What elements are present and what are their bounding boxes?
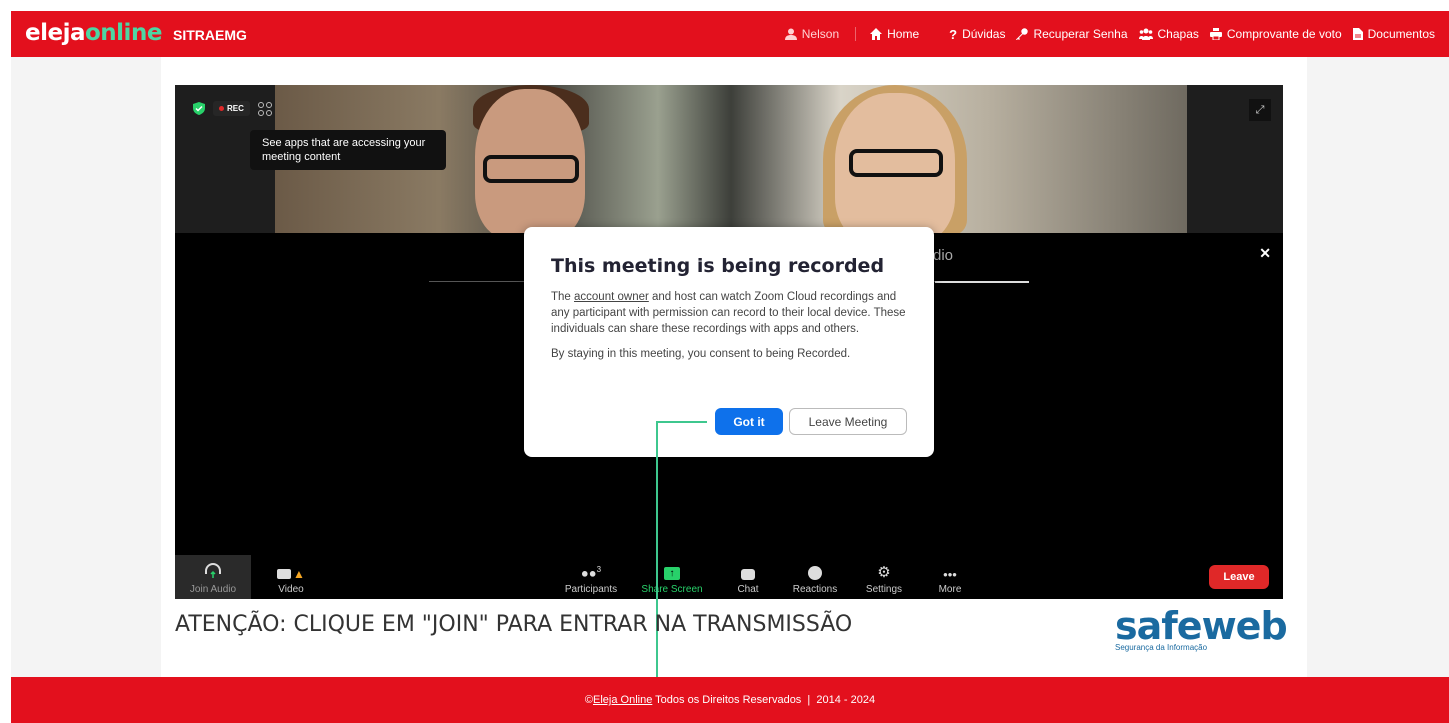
users-icon: [1138, 28, 1153, 40]
question-icon: ?: [949, 26, 958, 42]
safeweb-logo: safeweb Segurança da Informação: [1115, 604, 1288, 652]
logo-text-main: eleja: [25, 20, 86, 46]
nav-home-label: Home: [887, 27, 920, 41]
zoom-toolbar: Join Audio ▲ Video ●●3 Participants ↑ Sh…: [175, 555, 1283, 599]
nav-documentos[interactable]: Documentos: [1352, 27, 1435, 41]
elejaonline-logo[interactable]: elejaonline: [25, 20, 162, 46]
nav-home[interactable]: Home: [870, 27, 919, 41]
user-icon: [784, 28, 797, 40]
nav-duvidas-label: Dúvidas: [962, 27, 1006, 41]
page-frame: elejaonline SITRAEMG Nelson Home ? Dúvid…: [11, 11, 1449, 723]
nav-user-label: Nelson: [801, 27, 840, 41]
video-camera-warning-icon: ▲: [277, 568, 305, 580]
got-it-button[interactable]: Got it: [715, 408, 783, 435]
printer-icon: [1209, 28, 1222, 40]
reactions-button[interactable]: Reactions: [789, 555, 841, 599]
eleja-online-link[interactable]: Eleja Online: [593, 694, 652, 706]
shield-check-icon[interactable]: [193, 102, 205, 115]
document-icon: [1352, 28, 1363, 40]
organization-name: SITRAEMG: [173, 27, 247, 43]
leave-button[interactable]: Leave: [1209, 565, 1269, 589]
video-label: Video: [278, 584, 304, 595]
leave-meeting-button[interactable]: Leave Meeting: [789, 408, 907, 435]
nav-user[interactable]: Nelson: [784, 27, 857, 41]
nav-chapas[interactable]: Chapas: [1138, 27, 1199, 41]
nav-documentos-label: Documentos: [1367, 27, 1435, 41]
more-button[interactable]: ••• More: [935, 555, 965, 599]
footer: © Eleja Online Todos os Direitos Reservad…: [11, 677, 1449, 723]
underlying-audio-tab-text: dio: [933, 247, 954, 264]
nav-recuperar-senha[interactable]: Recuperar Senha: [1016, 27, 1128, 41]
underlying-tab-underline: [935, 281, 1029, 283]
participants-button[interactable]: ●●3 Participants: [561, 555, 621, 599]
share-screen-icon: ↑: [664, 567, 680, 580]
dialog-consent-text: By staying in this meeting, you consent …: [551, 348, 851, 360]
ellipsis-icon: •••: [943, 567, 957, 582]
annotation-connector-horizontal: [656, 421, 707, 423]
settings-label: Settings: [865, 584, 903, 595]
participants-label: Participants: [564, 584, 618, 595]
join-audio-label: Join Audio: [189, 584, 237, 595]
participant-1-glasses: [483, 155, 579, 183]
top-navbar: elejaonline SITRAEMG Nelson Home ? Dúvid…: [11, 11, 1449, 57]
dialog-text-before-link: The: [551, 291, 575, 303]
more-label: More: [938, 584, 962, 595]
nav-chapas-label: Chapas: [1157, 27, 1199, 41]
nav-menu: Nelson Home ? Dúvidas Recuperar Senha Ch…: [774, 11, 1435, 57]
participants-count: 3: [596, 564, 602, 574]
logo-text-accent: online: [85, 20, 162, 46]
footer-text: Todos os Direitos Reservados | 2014 - 20…: [652, 694, 876, 706]
rec-badge: REC: [213, 101, 250, 116]
participants-icon: ●●3: [580, 564, 602, 580]
chat-icon: [741, 569, 755, 580]
apps-tooltip: See apps that are accessing your meeting…: [250, 130, 446, 170]
gear-icon: ⚙: [877, 564, 891, 581]
reactions-label: Reactions: [792, 584, 838, 595]
nav-comprovante-label: Comprovante de voto: [1226, 27, 1342, 41]
dialog-title: This meeting is being recorded: [551, 255, 885, 277]
expand-icon[interactable]: ⤢: [1249, 99, 1271, 121]
smiley-icon: [808, 566, 822, 580]
rec-dot-icon: [219, 106, 224, 111]
join-audio-button[interactable]: Join Audio: [175, 555, 251, 599]
share-screen-label: Share Screen: [641, 584, 703, 595]
attention-message: ATENÇÃO: CLIQUE EM "JOIN" PARA ENTRAR NA…: [175, 612, 853, 637]
nav-recuperar-label: Recuperar Senha: [1033, 27, 1128, 41]
participant-2-glasses: [849, 149, 943, 177]
video-button[interactable]: ▲ Video: [271, 555, 311, 599]
nav-duvidas[interactable]: ? Dúvidas: [949, 27, 1005, 42]
recording-status: REC: [193, 101, 272, 116]
key-icon: [1016, 28, 1029, 40]
dialog-body: The account owner and host can watch Zoo…: [551, 289, 907, 337]
share-screen-button[interactable]: ↑ Share Screen: [637, 555, 707, 599]
recording-consent-dialog: This meeting is being recorded The accou…: [524, 227, 934, 457]
safeweb-wordmark: safeweb: [1115, 604, 1288, 648]
nav-comprovante[interactable]: Comprovante de voto: [1209, 27, 1342, 41]
home-icon: [870, 28, 883, 40]
chat-button[interactable]: Chat: [733, 555, 763, 599]
chat-label: Chat: [737, 584, 759, 595]
copyright-sign: ©: [584, 694, 593, 706]
apps-accessing-icon[interactable]: [257, 101, 272, 116]
account-owner-link[interactable]: account owner: [574, 291, 649, 303]
headphones-icon: [205, 563, 221, 578]
close-icon[interactable]: ✕: [1259, 245, 1271, 262]
settings-button[interactable]: ⚙ Settings: [863, 555, 905, 599]
rec-label: REC: [227, 104, 244, 113]
